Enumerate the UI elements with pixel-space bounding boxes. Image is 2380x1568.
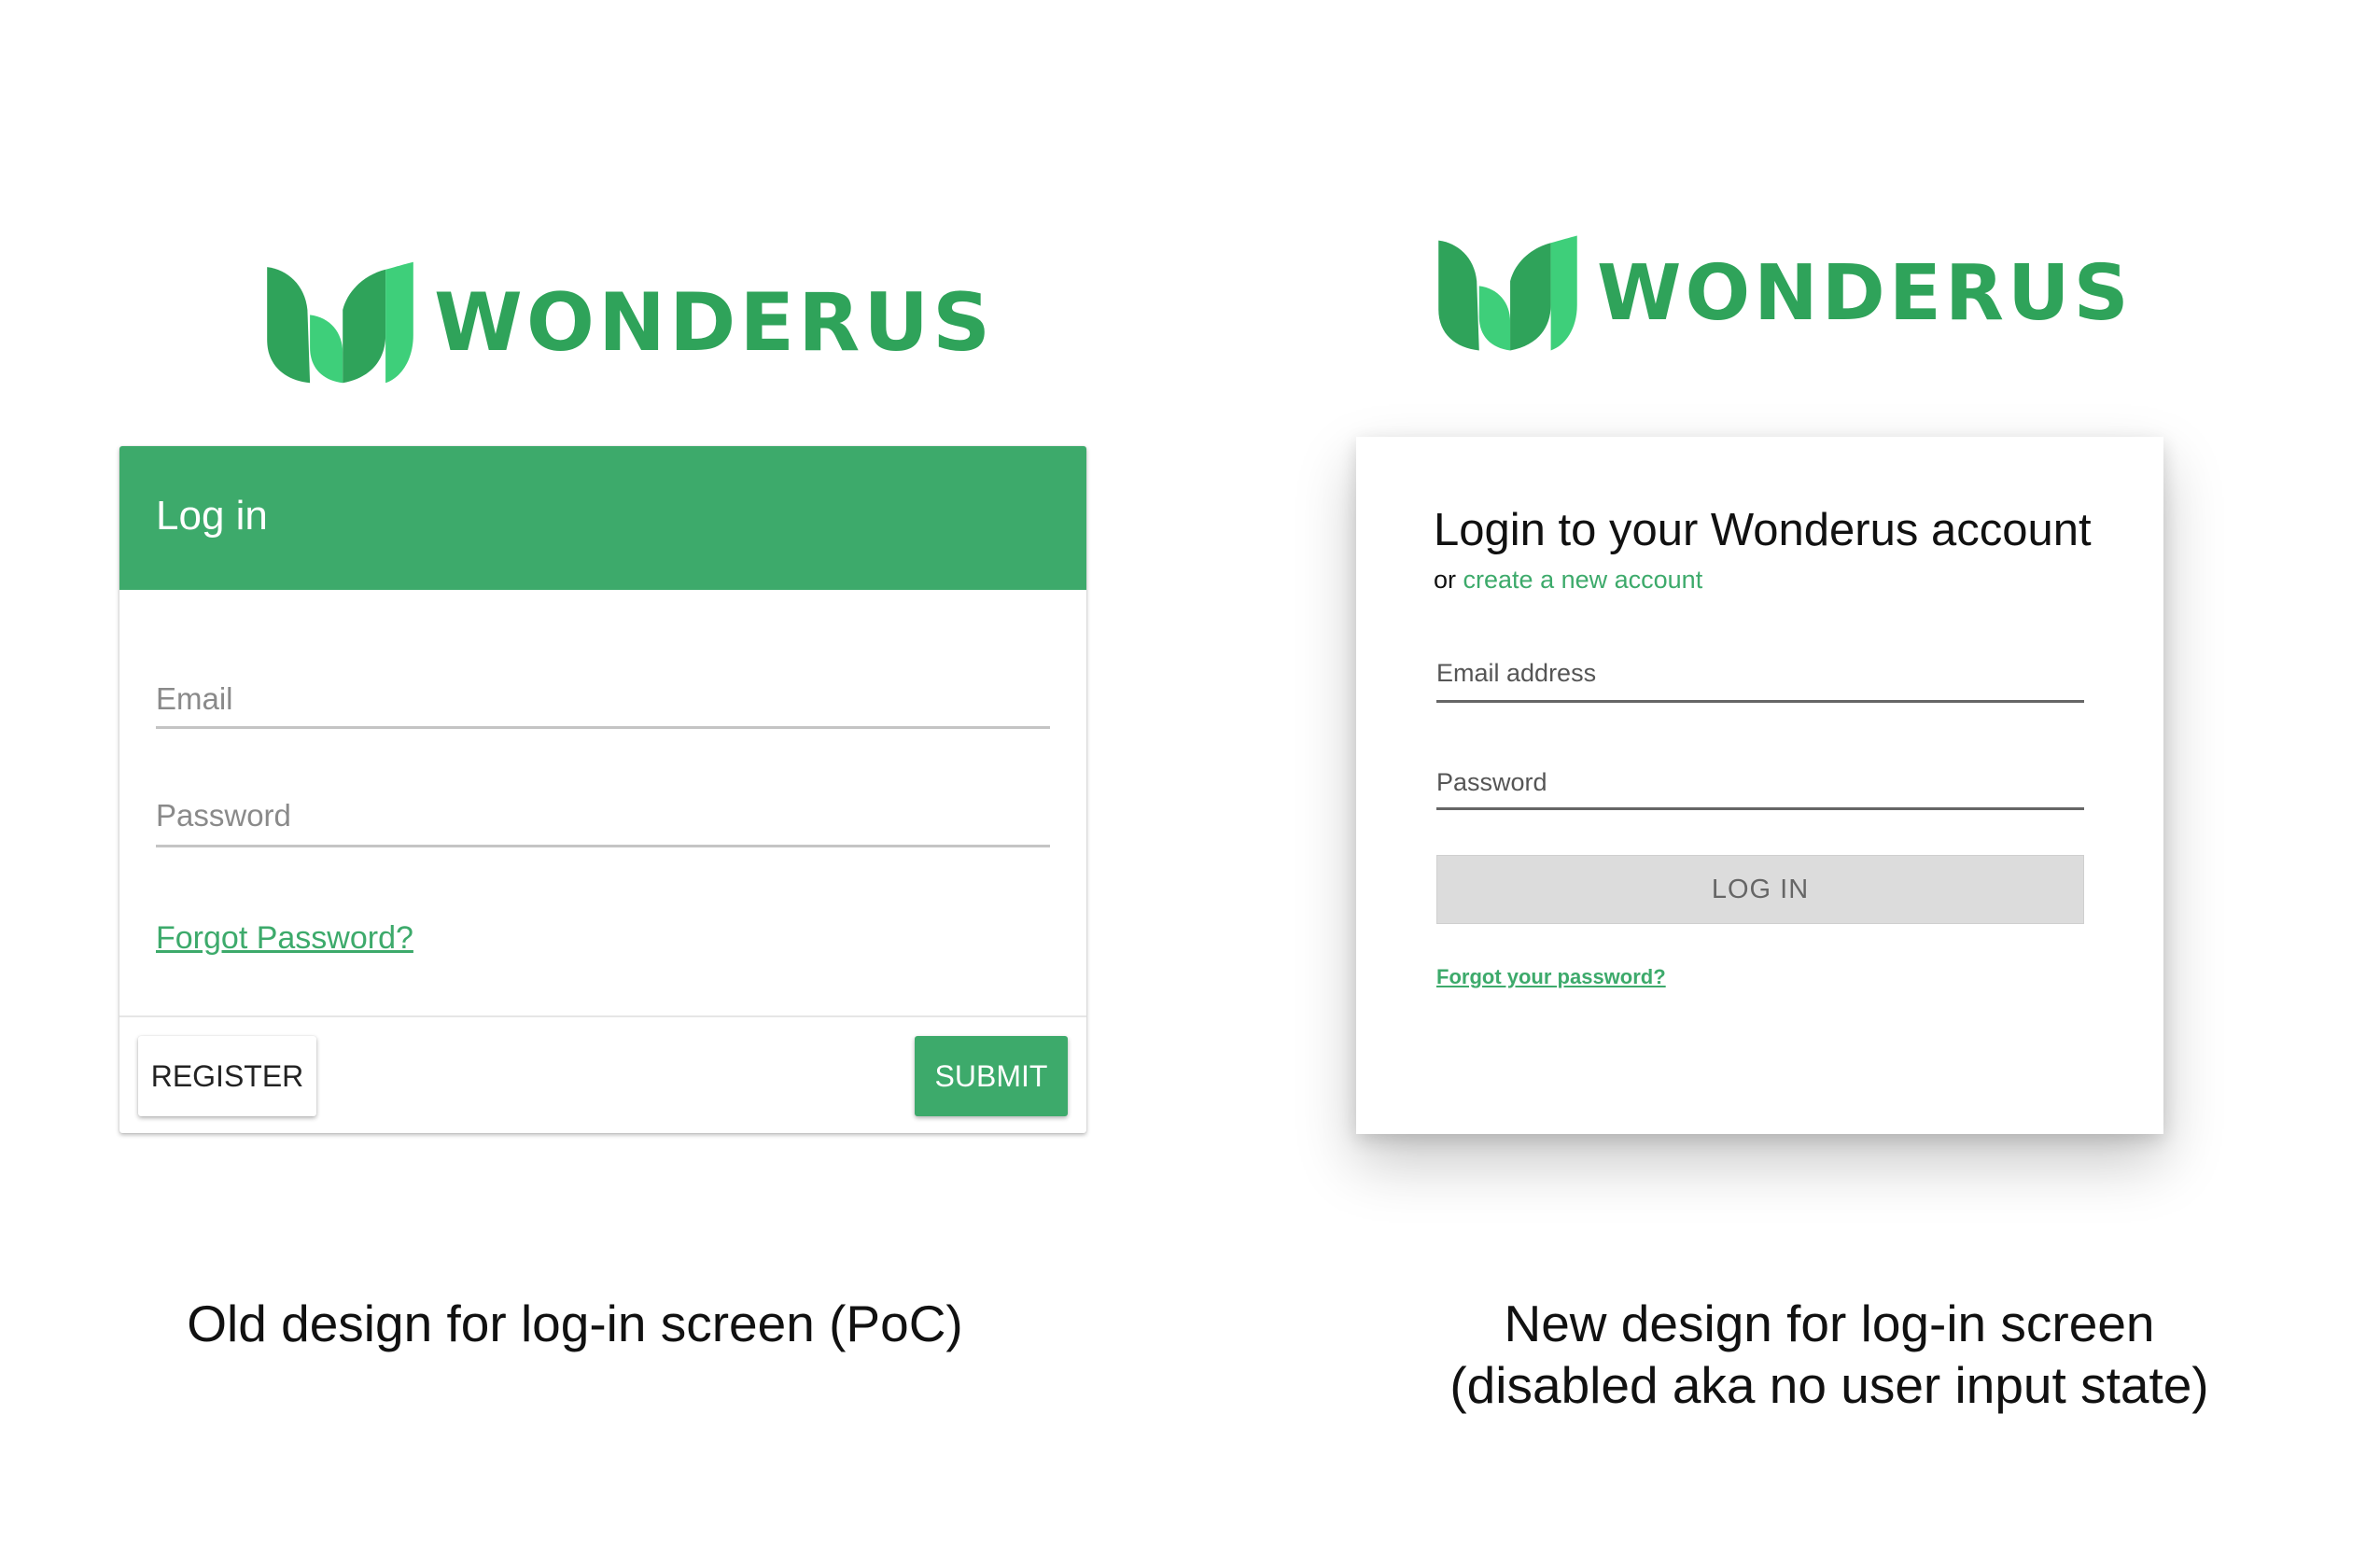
wonderus-logo-old: WONDERUS [263,259,994,385]
password-placeholder: Password [1436,768,1547,796]
old-login-card: Log in Email Password Forgot Password? R… [119,446,1086,1133]
new-design-caption: New design for log-in screen (disabled a… [1391,1293,2268,1416]
login-button[interactable]: LOG IN [1436,855,2084,924]
logo-wordmark: WONDERUS [434,275,995,370]
card-header-title: Log in [156,493,268,539]
login-title: Login to your Wonderus account [1434,505,2092,555]
password-field[interactable]: Password [156,798,1050,847]
submit-button[interactable]: SUBMIT [915,1036,1068,1116]
new-caption-line-1: New design for log-in screen [1504,1295,2155,1352]
password-placeholder: Password [156,798,291,833]
forgot-password-link[interactable]: Forgot Password? [156,920,413,957]
card-divider [119,1015,1086,1017]
password-field[interactable]: Password [1436,768,2084,810]
card-header: Log in [119,446,1086,590]
leaf-w-logo-icon [267,261,413,384]
register-button[interactable]: REGISTER [138,1036,316,1116]
or-text: or [1434,566,1457,594]
email-address-placeholder: Email address [1436,659,1597,687]
leaf-w-logo-icon [1438,235,1577,351]
old-design-caption: Old design for log-in screen (PoC) [187,1295,963,1352]
forgot-password-link[interactable]: Forgot your password? [1436,965,1666,989]
email-address-field[interactable]: Email address [1436,659,2084,703]
new-login-card: Login to your Wonderus account or create… [1356,437,2163,1134]
new-caption-line-2: (disabled aka no user input state) [1449,1356,2209,1414]
email-placeholder: Email [156,681,233,716]
logo-wordmark: WONDERUS [1597,248,2133,338]
email-field[interactable]: Email [156,681,1050,729]
create-account-link[interactable]: create a new account [1463,566,1703,594]
wonderus-logo-new: WONDERUS [1435,233,2133,353]
create-account-line: or create a new account [1434,566,1702,595]
